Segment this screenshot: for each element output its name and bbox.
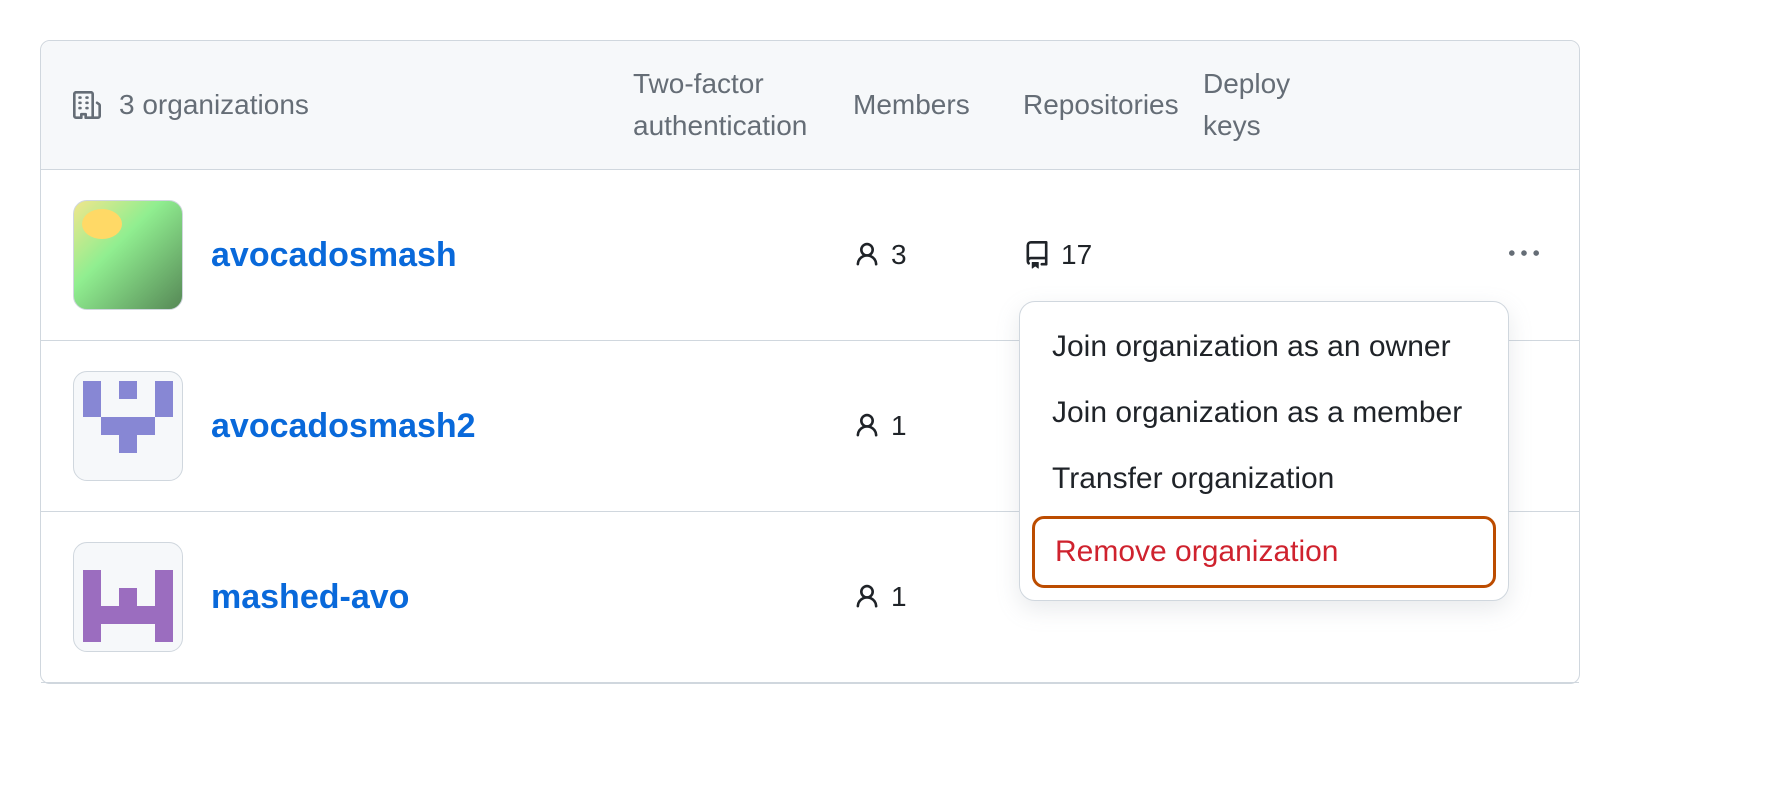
org-actions-button[interactable] [1501,231,1547,280]
person-icon [853,412,881,440]
cell-actions [1333,231,1547,280]
org-name-cell: mashed-avo [73,542,633,652]
organizations-table: 3 organizations Two-factor authenticatio… [40,40,1580,684]
org-avatar[interactable] [73,542,183,652]
cell-members[interactable]: 3 [853,239,1023,271]
column-header-repositories: Repositories [1023,89,1203,121]
dropdown-join-member[interactable]: Join organization as a member [1032,380,1496,446]
cell-repositories[interactable]: 17 [1023,239,1203,271]
org-link[interactable]: mashed-avo [211,578,409,617]
org-link[interactable]: avocadosmash [211,236,457,275]
kebab-icon [1509,239,1539,269]
members-count: 3 [891,239,907,271]
org-name-cell: avocadosmash [73,200,633,310]
table-header: 3 organizations Two-factor authenticatio… [41,41,1579,170]
members-count: 1 [891,410,907,442]
person-icon [853,583,881,611]
org-actions-dropdown: Join organization as an owner Join organ… [1019,301,1509,601]
column-header-members: Members [853,89,1023,121]
org-name-cell: avocadosmash2 [73,371,633,481]
org-link[interactable]: avocadosmash2 [211,407,476,446]
cell-members[interactable]: 1 [853,410,1023,442]
cell-members[interactable]: 1 [853,581,1023,613]
org-avatar[interactable] [73,371,183,481]
repositories-count: 17 [1061,239,1092,271]
dropdown-join-owner[interactable]: Join organization as an owner [1032,314,1496,380]
person-icon [853,241,881,269]
org-count-header: 3 organizations [73,89,633,121]
dropdown-remove[interactable]: Remove organization [1032,516,1496,588]
org-count-text: 3 organizations [119,89,309,121]
dropdown-transfer[interactable]: Transfer organization [1032,446,1496,512]
repo-icon [1023,241,1051,269]
organization-icon [73,91,101,119]
members-count: 1 [891,581,907,613]
org-avatar[interactable] [73,200,183,310]
column-header-deploy-keys: Deploy keys [1203,63,1333,147]
column-header-2fa: Two-factor authentication [633,63,853,147]
